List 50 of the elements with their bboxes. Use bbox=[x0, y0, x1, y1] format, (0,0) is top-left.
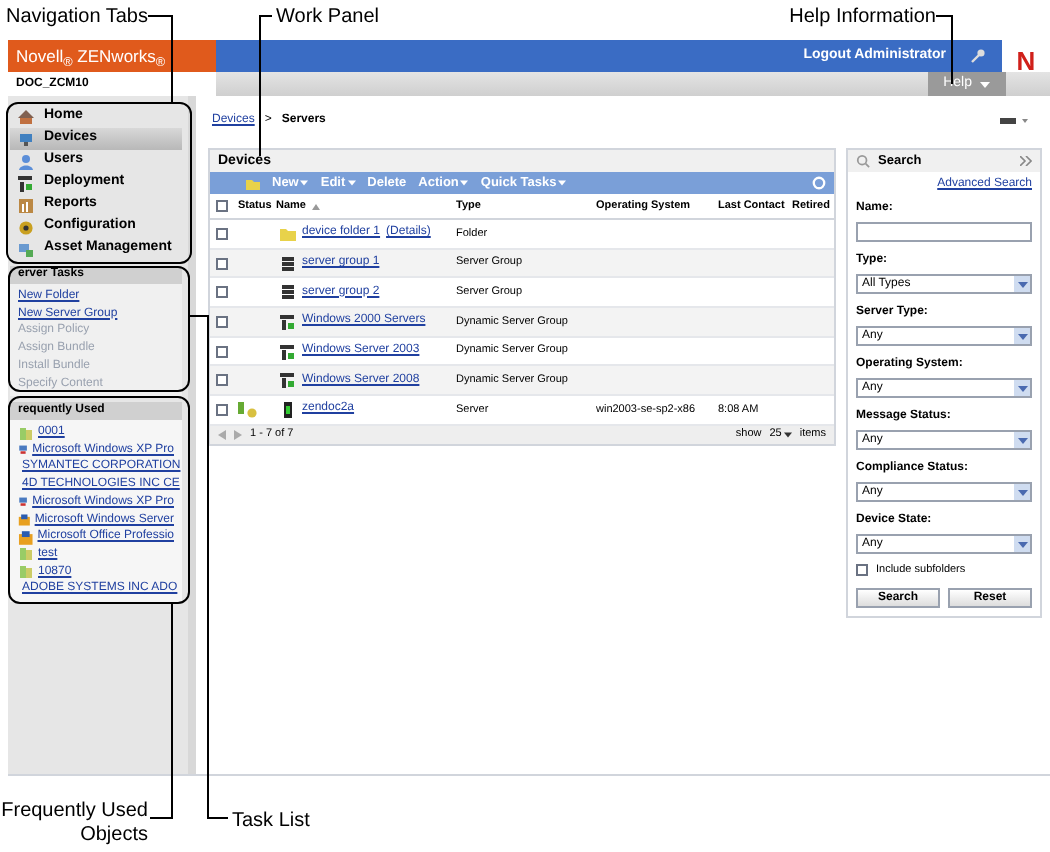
select-all-checkbox[interactable] bbox=[216, 200, 228, 212]
caret-icon bbox=[980, 81, 990, 87]
product-logo: Novell$_{®}$ ZENworks$_{®}$ bbox=[8, 40, 216, 72]
caret-icon bbox=[347, 180, 356, 186]
chart-icon bbox=[18, 197, 34, 213]
home-icon bbox=[18, 109, 34, 125]
input-field[interactable] bbox=[856, 222, 1032, 242]
row-checkbox[interactable] bbox=[216, 286, 228, 299]
callout-label: Task List bbox=[232, 808, 310, 836]
gear-icon bbox=[18, 219, 34, 235]
row-checkbox[interactable] bbox=[216, 257, 228, 270]
callout-label: Help Information bbox=[787, 4, 936, 32]
previous-icon[interactable] bbox=[218, 429, 226, 440]
sort-icon bbox=[311, 203, 320, 209]
callout-label: Navigation Tabs bbox=[6, 4, 148, 32]
server-stack-icon bbox=[280, 284, 296, 301]
server-stack-icon bbox=[280, 313, 296, 330]
caret-icon bbox=[783, 431, 792, 438]
server-stack-icon bbox=[280, 343, 296, 360]
row-checkbox[interactable] bbox=[216, 403, 228, 416]
callout-label: Frequently Used Objects bbox=[0, 800, 148, 848]
server-stack-icon bbox=[280, 372, 296, 389]
search-icon bbox=[856, 154, 870, 168]
dropdown-arrow-icon[interactable] bbox=[1014, 536, 1030, 552]
caret-icon bbox=[558, 180, 567, 186]
leader-line bbox=[259, 15, 273, 157]
dropdown-arrow-icon[interactable] bbox=[1014, 276, 1030, 292]
monitor-icon bbox=[18, 131, 34, 147]
dropdown-arrow-icon[interactable] bbox=[1014, 328, 1030, 344]
caret-icon bbox=[300, 180, 309, 186]
callout-label: Work Panel bbox=[276, 4, 380, 32]
row-checkbox[interactable] bbox=[216, 345, 228, 358]
dropdown-arrow-icon[interactable] bbox=[1014, 484, 1030, 500]
folder-icon bbox=[246, 177, 260, 189]
view-menu-icon[interactable] bbox=[1000, 116, 1028, 126]
folder-icon bbox=[280, 225, 296, 242]
caret-icon bbox=[460, 180, 469, 186]
refresh-icon[interactable] bbox=[812, 176, 826, 190]
row-checkbox[interactable] bbox=[216, 374, 228, 387]
server-stack-icon bbox=[280, 255, 296, 272]
next-icon[interactable] bbox=[234, 429, 242, 440]
network-icon bbox=[18, 175, 34, 191]
dropdown-arrow-icon[interactable] bbox=[1014, 380, 1030, 396]
person-icon bbox=[18, 153, 34, 169]
checkbox[interactable] bbox=[856, 564, 868, 577]
row-checkbox[interactable] bbox=[216, 227, 228, 240]
dropdown-arrow-icon[interactable] bbox=[1014, 432, 1030, 448]
collapse-icon[interactable] bbox=[1020, 156, 1032, 166]
row-checkbox[interactable] bbox=[216, 315, 228, 328]
key-icon[interactable] bbox=[970, 48, 986, 64]
